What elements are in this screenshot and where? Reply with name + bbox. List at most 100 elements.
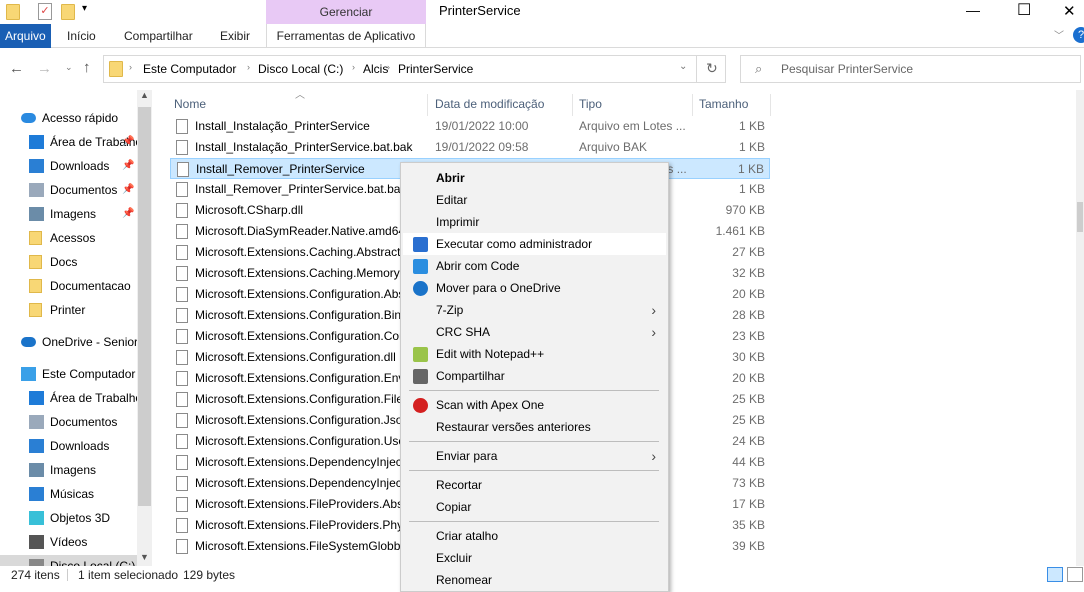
file-row[interactable]: Install_Instalação_PrinterService.bat.ba…: [170, 137, 770, 158]
file-name: Microsoft.Extensions.Configuration.UserS…: [195, 434, 427, 448]
breadcrumb-printerservice[interactable]: PrinterService: [398, 62, 473, 76]
pin-icon[interactable]: 📌: [122, 203, 134, 225]
sidebar-item[interactable]: Imagens: [0, 459, 138, 481]
sidebar-item[interactable]: Documentacao: [0, 275, 138, 297]
address-bar[interactable]: › Este Computador › Disco Local (C:) › A…: [103, 55, 726, 83]
context-menu-label: Recortar: [436, 478, 483, 492]
expand-ribbon-icon[interactable]: ﹀: [1054, 27, 1064, 42]
minimize-button[interactable]: —: [966, 2, 980, 18]
breadcrumb-disco-local[interactable]: Disco Local (C:): [258, 62, 343, 76]
file-icon: [176, 140, 188, 155]
file-icon: [176, 308, 188, 323]
address-dropdown-icon[interactable]: ⌄: [679, 61, 687, 72]
file-icon: [176, 518, 188, 533]
file-row[interactable]: Install_Instalação_PrinterService 19/01/2…: [170, 116, 770, 137]
video-icon: [29, 535, 44, 549]
context-menu-label: Scan with Apex One: [436, 398, 545, 412]
download-icon: [29, 439, 44, 453]
context-menu-item[interactable]: Restaurar versões anteriores: [403, 416, 666, 438]
context-menu-item[interactable]: Imprimir: [403, 211, 666, 233]
context-menu-item[interactable]: CRC SHA ›: [403, 321, 666, 343]
context-menu-item[interactable]: Abrir com Code: [403, 255, 666, 277]
recent-locations-icon[interactable]: ⌄: [65, 62, 73, 73]
up-button[interactable]: ↑: [83, 59, 91, 76]
cube-icon: [29, 511, 44, 525]
sidebar-item-label: Downloads: [50, 159, 110, 173]
context-menu-item[interactable]: Compartilhar: [403, 365, 666, 387]
context-menu-item[interactable]: Scan with Apex One: [403, 394, 666, 416]
new-folder-icon[interactable]: [61, 4, 75, 20]
context-menu-item[interactable]: 7-Zip ›: [403, 299, 666, 321]
tab-arquivo[interactable]: Arquivo: [0, 24, 51, 48]
sidebar-item-label: Objetos 3D: [50, 511, 111, 525]
sidebar-item[interactable]: Docs: [0, 251, 138, 273]
sidebar-item-label: Área de Trabalho: [50, 391, 138, 405]
sidebar-item[interactable]: Acesso rápido: [0, 107, 138, 129]
sidebar-item[interactable]: Downloads 📌: [0, 155, 138, 177]
forward-button[interactable]: →: [37, 60, 52, 77]
context-menu-item[interactable]: Copiar: [403, 496, 666, 518]
context-menu-item[interactable]: Editar: [403, 189, 666, 211]
sidebar-item-label: Músicas: [50, 487, 95, 501]
context-menu-item[interactable]: Criar atalho: [403, 525, 666, 547]
sidebar-item[interactable]: Documentos 📌: [0, 179, 138, 201]
sidebar-item[interactable]: Área de Trabalho 📌: [0, 131, 138, 153]
sidebar-item[interactable]: Área de Trabalho: [0, 387, 138, 409]
help-icon[interactable]: ?: [1073, 27, 1084, 43]
tab-exibir[interactable]: Exibir: [210, 24, 260, 48]
context-menu-item[interactable]: Mover para o OneDrive: [403, 277, 666, 299]
sidebar-item[interactable]: Objetos 3D: [0, 507, 138, 529]
file-size: 30 KB: [732, 350, 765, 364]
maximize-button[interactable]: ☐: [1017, 0, 1031, 20]
search-input[interactable]: Pesquisar PrinterService: [781, 62, 913, 76]
back-button[interactable]: ←: [9, 60, 24, 77]
details-view-icon[interactable]: [1047, 567, 1063, 582]
sidebar-item[interactable]: Printer: [0, 299, 138, 321]
properties-icon[interactable]: ✓: [38, 3, 52, 20]
column-header-date[interactable]: Data de modificação: [435, 94, 544, 114]
sidebar-item[interactable]: Este Computador: [0, 363, 138, 385]
file-size: 23 KB: [732, 329, 765, 343]
close-button[interactable]: ✕: [1063, 2, 1076, 20]
context-menu-item[interactable]: Abrir: [403, 167, 666, 189]
sidebar-item[interactable]: Imagens 📌: [0, 203, 138, 225]
apex-icon: [413, 398, 428, 413]
refresh-icon[interactable]: ↻: [706, 60, 718, 77]
context-menu-label: Executar como administrador: [436, 237, 593, 251]
onedrive-icon: [413, 281, 428, 296]
sidebar-scrollbar[interactable]: ▲ ▼: [137, 90, 152, 566]
search-box[interactable]: ⌕ Pesquisar PrinterService: [740, 55, 1081, 83]
pin-icon[interactable]: 📌: [122, 131, 134, 153]
tab-ferramentas[interactable]: Ferramentas de Aplicativo: [266, 24, 426, 48]
sidebar-item[interactable]: Documentos: [0, 411, 138, 433]
large-icons-view-icon[interactable]: [1067, 567, 1083, 582]
sidebar-item[interactable]: Downloads: [0, 435, 138, 457]
tab-compartilhar[interactable]: Compartilhar: [114, 24, 203, 48]
column-header-type[interactable]: Tipo: [579, 94, 602, 114]
sidebar-item[interactable]: Músicas: [0, 483, 138, 505]
breadcrumb-alcis[interactable]: Alcis: [363, 62, 388, 76]
context-menu-item[interactable]: Executar como administrador: [403, 233, 666, 255]
pin-icon[interactable]: 📌: [122, 155, 134, 177]
file-size: 28 KB: [732, 308, 765, 322]
context-menu-item[interactable]: Edit with Notepad++: [403, 343, 666, 365]
customize-toolbar-icon[interactable]: ▾: [82, 3, 87, 14]
file-name: Microsoft.Extensions.Configuration.FileE…: [195, 392, 427, 406]
sidebar-item-label: Este Computador: [42, 367, 136, 381]
context-menu-item[interactable]: Recortar: [403, 474, 666, 496]
column-header-name[interactable]: Nome: [174, 94, 206, 114]
sidebar-item[interactable]: Disco Local (C:): [0, 555, 138, 566]
pin-icon[interactable]: 📌: [122, 179, 134, 201]
sidebar-item[interactable]: Vídeos: [0, 531, 138, 553]
context-menu-item[interactable]: Enviar para ›: [403, 445, 666, 467]
music-icon: [29, 487, 44, 501]
breadcrumb-este-computador[interactable]: Este Computador: [143, 62, 236, 76]
desktop-icon: [29, 135, 44, 149]
sidebar-item[interactable]: OneDrive - Senior: [0, 331, 138, 353]
tab-inicio[interactable]: Início: [57, 24, 106, 48]
selection-count: 1 item selecionado: [78, 568, 179, 582]
sidebar-item-label: Documentos: [50, 415, 118, 429]
column-header-size[interactable]: Tamanho: [699, 94, 748, 114]
file-list-scrollbar[interactable]: [1076, 90, 1084, 566]
sidebar-item[interactable]: Acessos: [0, 227, 138, 249]
